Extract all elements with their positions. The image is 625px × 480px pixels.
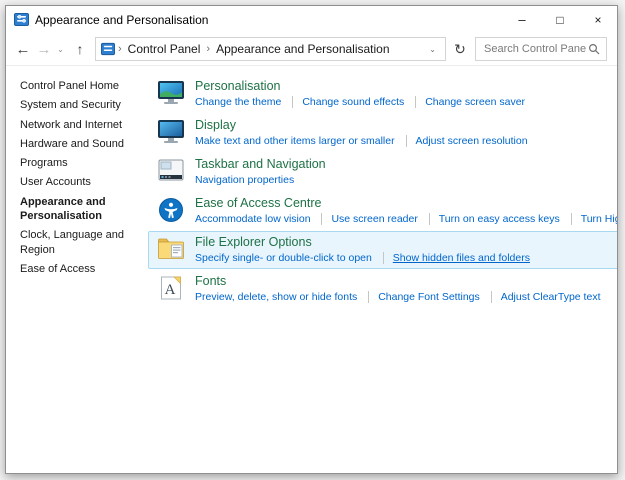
category-ease-of-access-centre: Ease of Access Centre Accommodate low vi… xyxy=(148,192,617,230)
sidebar-item-appearance-and-personalisation[interactable]: Appearance and Personalisation xyxy=(20,195,128,224)
task-link-accommodate-low-vision[interactable]: Accommodate low vision xyxy=(195,213,311,225)
refresh-button[interactable]: ↻ xyxy=(448,37,472,61)
address-bar[interactable]: › Control Panel › Appearance and Persona… xyxy=(95,37,446,61)
sidebar-item-network-and-internet[interactable]: Network and Internet xyxy=(20,118,128,132)
category-title[interactable]: Fonts xyxy=(195,274,600,289)
task-link-turn-on-easy-access-keys[interactable]: Turn on easy access keys xyxy=(429,213,560,225)
category-links: Navigation properties xyxy=(195,173,326,187)
ease-of-access-icon[interactable] xyxy=(157,197,185,223)
file-explorer-options-icon[interactable] xyxy=(157,236,185,262)
sidebar-item-control-panel-home[interactable]: Control Panel Home xyxy=(20,79,128,93)
task-link-change-the-theme[interactable]: Change the theme xyxy=(195,96,281,108)
category-text: Personalisation Change the theme Change … xyxy=(195,79,525,109)
category-title[interactable]: Display xyxy=(195,118,528,133)
sidebar-item-user-accounts[interactable]: User Accounts xyxy=(20,175,128,189)
search-input[interactable] xyxy=(482,42,588,56)
category-links: Make text and other items larger or smal… xyxy=(195,134,528,148)
breadcrumb-separator-icon: › xyxy=(203,43,213,55)
sidebar: Control Panel Home System and Security N… xyxy=(6,66,146,473)
window-controls: – □ × xyxy=(503,6,617,33)
sidebar-item-ease-of-access[interactable]: Ease of Access xyxy=(20,262,128,276)
category-title[interactable]: Ease of Access Centre xyxy=(195,196,617,211)
search-box[interactable] xyxy=(475,37,607,61)
category-title[interactable]: Taskbar and Navigation xyxy=(195,157,326,172)
category-file-explorer-options: File Explorer Options Specify single- or… xyxy=(148,231,617,269)
sidebar-item-programs[interactable]: Programs xyxy=(20,156,128,170)
svg-text:A: A xyxy=(165,282,176,298)
category-personalisation: Personalisation Change the theme Change … xyxy=(148,75,617,113)
category-title[interactable]: Personalisation xyxy=(195,79,525,94)
taskbar-icon[interactable] xyxy=(157,158,185,184)
fonts-icon[interactable]: A xyxy=(157,275,185,301)
window-body: Control Panel Home System and Security N… xyxy=(6,66,617,473)
search-icon xyxy=(588,43,600,55)
category-list: Personalisation Change the theme Change … xyxy=(146,66,617,473)
back-button[interactable]: ← xyxy=(12,41,34,58)
address-dropdown-icon[interactable]: ⌄ xyxy=(425,45,440,54)
sidebar-item-system-and-security[interactable]: System and Security xyxy=(20,98,128,112)
forward-button[interactable]: → xyxy=(34,41,54,58)
task-link-navigation-properties[interactable]: Navigation properties xyxy=(195,174,294,186)
category-text: Taskbar and Navigation Navigation proper… xyxy=(195,157,326,187)
category-display: Display Make text and other items larger… xyxy=(148,114,617,152)
task-link-specify-click-to-open[interactable]: Specify single- or double-click to open xyxy=(195,252,372,264)
control-panel-icon[interactable] xyxy=(14,12,29,27)
category-title[interactable]: File Explorer Options xyxy=(195,235,530,250)
window-title: Appearance and Personalisation xyxy=(35,13,503,27)
maximize-button[interactable]: □ xyxy=(541,6,579,33)
control-panel-window: Appearance and Personalisation – □ × ← →… xyxy=(5,5,618,474)
minimize-button[interactable]: – xyxy=(503,6,541,33)
sidebar-item-clock-language-region[interactable]: Clock, Language and Region xyxy=(20,228,128,257)
personalisation-icon[interactable] xyxy=(157,80,185,106)
close-button[interactable]: × xyxy=(579,6,617,33)
task-link-preview-delete-fonts[interactable]: Preview, delete, show or hide fonts xyxy=(195,291,357,303)
navigation-toolbar: ← → ⌄ ↑ › Control Panel › Appearance and… xyxy=(6,33,617,66)
category-links: Specify single- or double-click to open … xyxy=(195,251,530,265)
breadcrumb-separator-icon: › xyxy=(115,43,125,55)
category-taskbar-navigation: Taskbar and Navigation Navigation proper… xyxy=(148,153,617,191)
task-link-show-hidden-files[interactable]: Show hidden files and folders xyxy=(383,252,530,264)
up-button[interactable]: ↑ xyxy=(67,41,93,57)
task-link-change-font-settings[interactable]: Change Font Settings xyxy=(368,291,480,303)
display-icon[interactable] xyxy=(157,119,185,145)
category-links: Preview, delete, show or hide fonts Chan… xyxy=(195,290,600,304)
task-link-change-screen-saver[interactable]: Change screen saver xyxy=(415,96,525,108)
category-links: Accommodate low vision Use screen reader… xyxy=(195,212,617,226)
task-link-change-sound-effects[interactable]: Change sound effects xyxy=(292,96,404,108)
category-fonts: A Fonts Preview, delete, show or hide fo… xyxy=(148,270,617,308)
category-text: Ease of Access Centre Accommodate low vi… xyxy=(195,196,617,226)
history-dropdown-icon[interactable]: ⌄ xyxy=(54,45,67,54)
task-link-adjust-cleartype[interactable]: Adjust ClearType text xyxy=(491,291,601,303)
task-link-use-screen-reader[interactable]: Use screen reader xyxy=(321,213,417,225)
task-link-adjust-screen-resolution[interactable]: Adjust screen resolution xyxy=(406,135,528,147)
category-links: Change the theme Change sound effects Ch… xyxy=(195,95,525,109)
category-text: Fonts Preview, delete, show or hide font… xyxy=(195,274,600,304)
category-text: Display Make text and other items larger… xyxy=(195,118,528,148)
sidebar-item-hardware-and-sound[interactable]: Hardware and Sound xyxy=(20,137,128,151)
title-bar: Appearance and Personalisation – □ × xyxy=(6,6,617,33)
category-text: File Explorer Options Specify single- or… xyxy=(195,235,530,265)
task-link-turn-high-contrast[interactable]: Turn High Contrast on or off xyxy=(571,213,617,225)
control-panel-icon xyxy=(101,42,115,56)
breadcrumb-appearance-personalisation[interactable]: Appearance and Personalisation xyxy=(213,42,392,56)
breadcrumb-control-panel[interactable]: Control Panel xyxy=(125,42,204,56)
task-link-make-text-larger[interactable]: Make text and other items larger or smal… xyxy=(195,135,395,147)
